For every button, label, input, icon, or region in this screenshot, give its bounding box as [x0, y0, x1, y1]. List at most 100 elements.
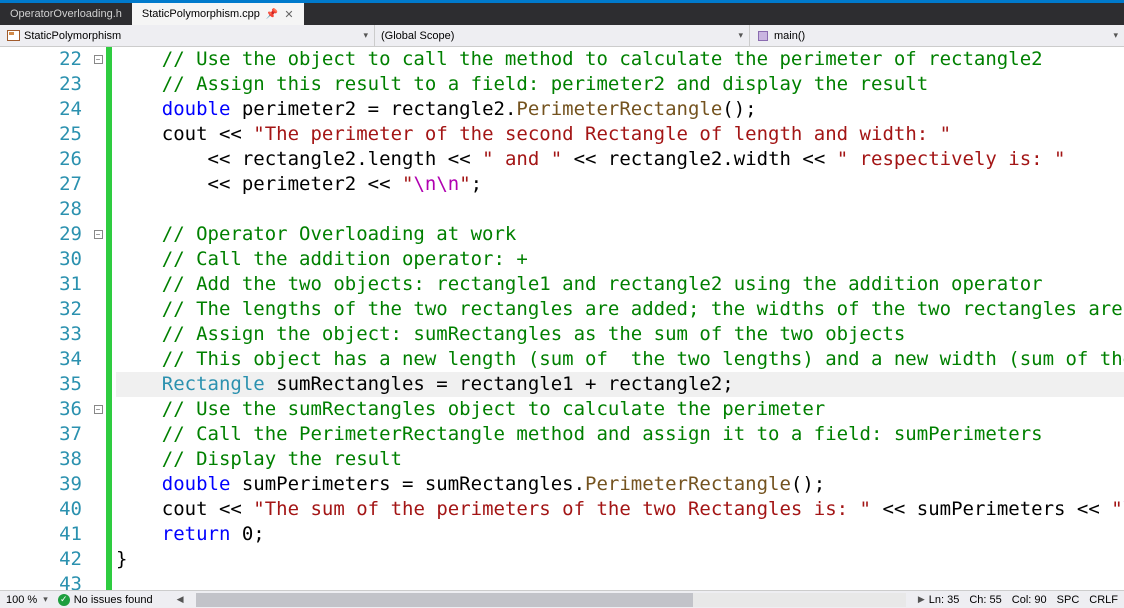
fold-toggle[interactable]: − [90, 397, 106, 422]
issues-label[interactable]: No issues found [74, 594, 153, 606]
cursor-col: Col: 90 [1012, 594, 1047, 606]
function-scope-dropdown[interactable]: main() ▾ [750, 25, 1124, 46]
code-line[interactable]: // Call the addition operator: + [116, 247, 1124, 272]
horizontal-scrollbar[interactable] [196, 593, 906, 607]
line-number: 32 [0, 297, 82, 322]
fold-toggle [90, 372, 106, 397]
code-line[interactable]: double sumPerimeters = sumRectangles.Per… [116, 472, 1124, 497]
line-number: 26 [0, 147, 82, 172]
line-number: 25 [0, 122, 82, 147]
chevron-down-icon: ▾ [363, 30, 368, 41]
check-icon: ✓ [58, 594, 70, 606]
scroll-left-icon[interactable]: ◀ [173, 594, 188, 605]
code-line[interactable] [116, 197, 1124, 222]
line-number: 30 [0, 247, 82, 272]
chevron-down-icon: ▾ [738, 30, 743, 41]
fold-toggle [90, 247, 106, 272]
status-bar: 100 % ▾ ✓ No issues found ◀ ▶ Ln: 35 Ch:… [0, 590, 1124, 608]
fold-toggle [90, 197, 106, 222]
code-editor[interactable]: 2223242526272829303132333435363738394041… [0, 47, 1124, 590]
chevron-down-icon[interactable]: ▾ [43, 594, 48, 605]
navigation-bar: StaticPolymorphism ▾ (Global Scope) ▾ ma… [0, 25, 1124, 47]
fold-toggle [90, 97, 106, 122]
fold-toggle[interactable]: − [90, 47, 106, 72]
fold-toggle [90, 422, 106, 447]
line-number: 33 [0, 322, 82, 347]
tab-static-polymorphism[interactable]: StaticPolymorphism.cpp 📌 ✕ [132, 3, 304, 25]
scroll-right-icon[interactable]: ▶ [914, 594, 929, 605]
fold-toggle [90, 472, 106, 497]
code-line[interactable]: // Use the object to call the method to … [116, 47, 1124, 72]
code-line[interactable]: << perimeter2 << "\n\n"; [116, 172, 1124, 197]
line-number: 28 [0, 197, 82, 222]
zoom-level[interactable]: 100 % [6, 594, 37, 606]
code-line[interactable]: // The lengths of the two rectangles are… [116, 297, 1124, 322]
line-ending[interactable]: CRLF [1089, 594, 1118, 606]
function-scope-label: main() [774, 30, 805, 42]
code-line[interactable] [116, 572, 1124, 590]
close-icon[interactable]: ✕ [284, 8, 293, 21]
document-tab-bar: OperatorOverloading.h StaticPolymorphism… [0, 3, 1124, 25]
fold-toggle[interactable]: − [90, 222, 106, 247]
code-line[interactable]: Rectangle sumRectangles = rectangle1 + r… [116, 372, 1124, 397]
line-number: 27 [0, 172, 82, 197]
line-number: 34 [0, 347, 82, 372]
fold-toggle [90, 497, 106, 522]
chevron-down-icon: ▾ [1113, 30, 1118, 41]
outlining-margin[interactable]: − − − [90, 47, 106, 590]
project-icon [6, 30, 20, 42]
line-number: 24 [0, 97, 82, 122]
code-line[interactable]: cout << "The sum of the perimeters of th… [116, 497, 1124, 522]
line-number: 43 [0, 572, 82, 590]
indent-mode[interactable]: SPC [1057, 594, 1080, 606]
global-scope-label: (Global Scope) [381, 30, 454, 42]
project-scope-dropdown[interactable]: StaticPolymorphism ▾ [0, 25, 375, 46]
tab-operator-overloading[interactable]: OperatorOverloading.h [0, 3, 132, 25]
cursor-line: Ln: 35 [929, 594, 960, 606]
tab-label: OperatorOverloading.h [10, 8, 122, 20]
code-line[interactable]: // This object has a new length (sum of … [116, 347, 1124, 372]
fold-toggle [90, 347, 106, 372]
fold-toggle [90, 297, 106, 322]
fold-toggle [90, 72, 106, 97]
fold-toggle [90, 147, 106, 172]
fold-toggle [90, 547, 106, 572]
line-number: 36 [0, 397, 82, 422]
code-line[interactable]: return 0; [116, 522, 1124, 547]
method-icon [756, 30, 770, 42]
code-line[interactable]: double perimeter2 = rectangle2.Perimeter… [116, 97, 1124, 122]
fold-toggle [90, 572, 106, 590]
line-number: 31 [0, 272, 82, 297]
line-number: 37 [0, 422, 82, 447]
line-number: 39 [0, 472, 82, 497]
fold-toggle [90, 272, 106, 297]
line-number-gutter: 2223242526272829303132333435363738394041… [0, 47, 90, 590]
fold-toggle [90, 522, 106, 547]
code-line[interactable]: << rectangle2.length << " and " << recta… [116, 147, 1124, 172]
global-scope-dropdown[interactable]: (Global Scope) ▾ [375, 25, 750, 46]
line-number: 41 [0, 522, 82, 547]
project-scope-label: StaticPolymorphism [24, 30, 121, 42]
pin-icon[interactable]: 📌 [266, 9, 278, 20]
code-line[interactable]: // Assign this result to a field: perime… [116, 72, 1124, 97]
code-line[interactable]: // Assign the object: sumRectangles as t… [116, 322, 1124, 347]
fold-toggle [90, 172, 106, 197]
code-line[interactable]: // Use the sumRectangles object to calcu… [116, 397, 1124, 422]
code-line[interactable]: // Operator Overloading at work [116, 222, 1124, 247]
fold-toggle [90, 122, 106, 147]
fold-toggle [90, 322, 106, 347]
code-line[interactable]: // Add the two objects: rectangle1 and r… [116, 272, 1124, 297]
fold-toggle [90, 447, 106, 472]
cursor-char: Ch: 55 [969, 594, 1001, 606]
tab-label: StaticPolymorphism.cpp [142, 8, 260, 20]
scrollbar-thumb[interactable] [196, 593, 693, 607]
code-line[interactable]: // Call the PerimeterRectangle method an… [116, 422, 1124, 447]
code-line[interactable]: cout << "The perimeter of the second Rec… [116, 122, 1124, 147]
code-area[interactable]: // Use the object to call the method to … [112, 47, 1124, 590]
line-number: 40 [0, 497, 82, 522]
line-number: 23 [0, 72, 82, 97]
line-number: 38 [0, 447, 82, 472]
code-line[interactable]: } [116, 547, 1124, 572]
code-line[interactable]: // Display the result [116, 447, 1124, 472]
line-number: 22 [0, 47, 82, 72]
